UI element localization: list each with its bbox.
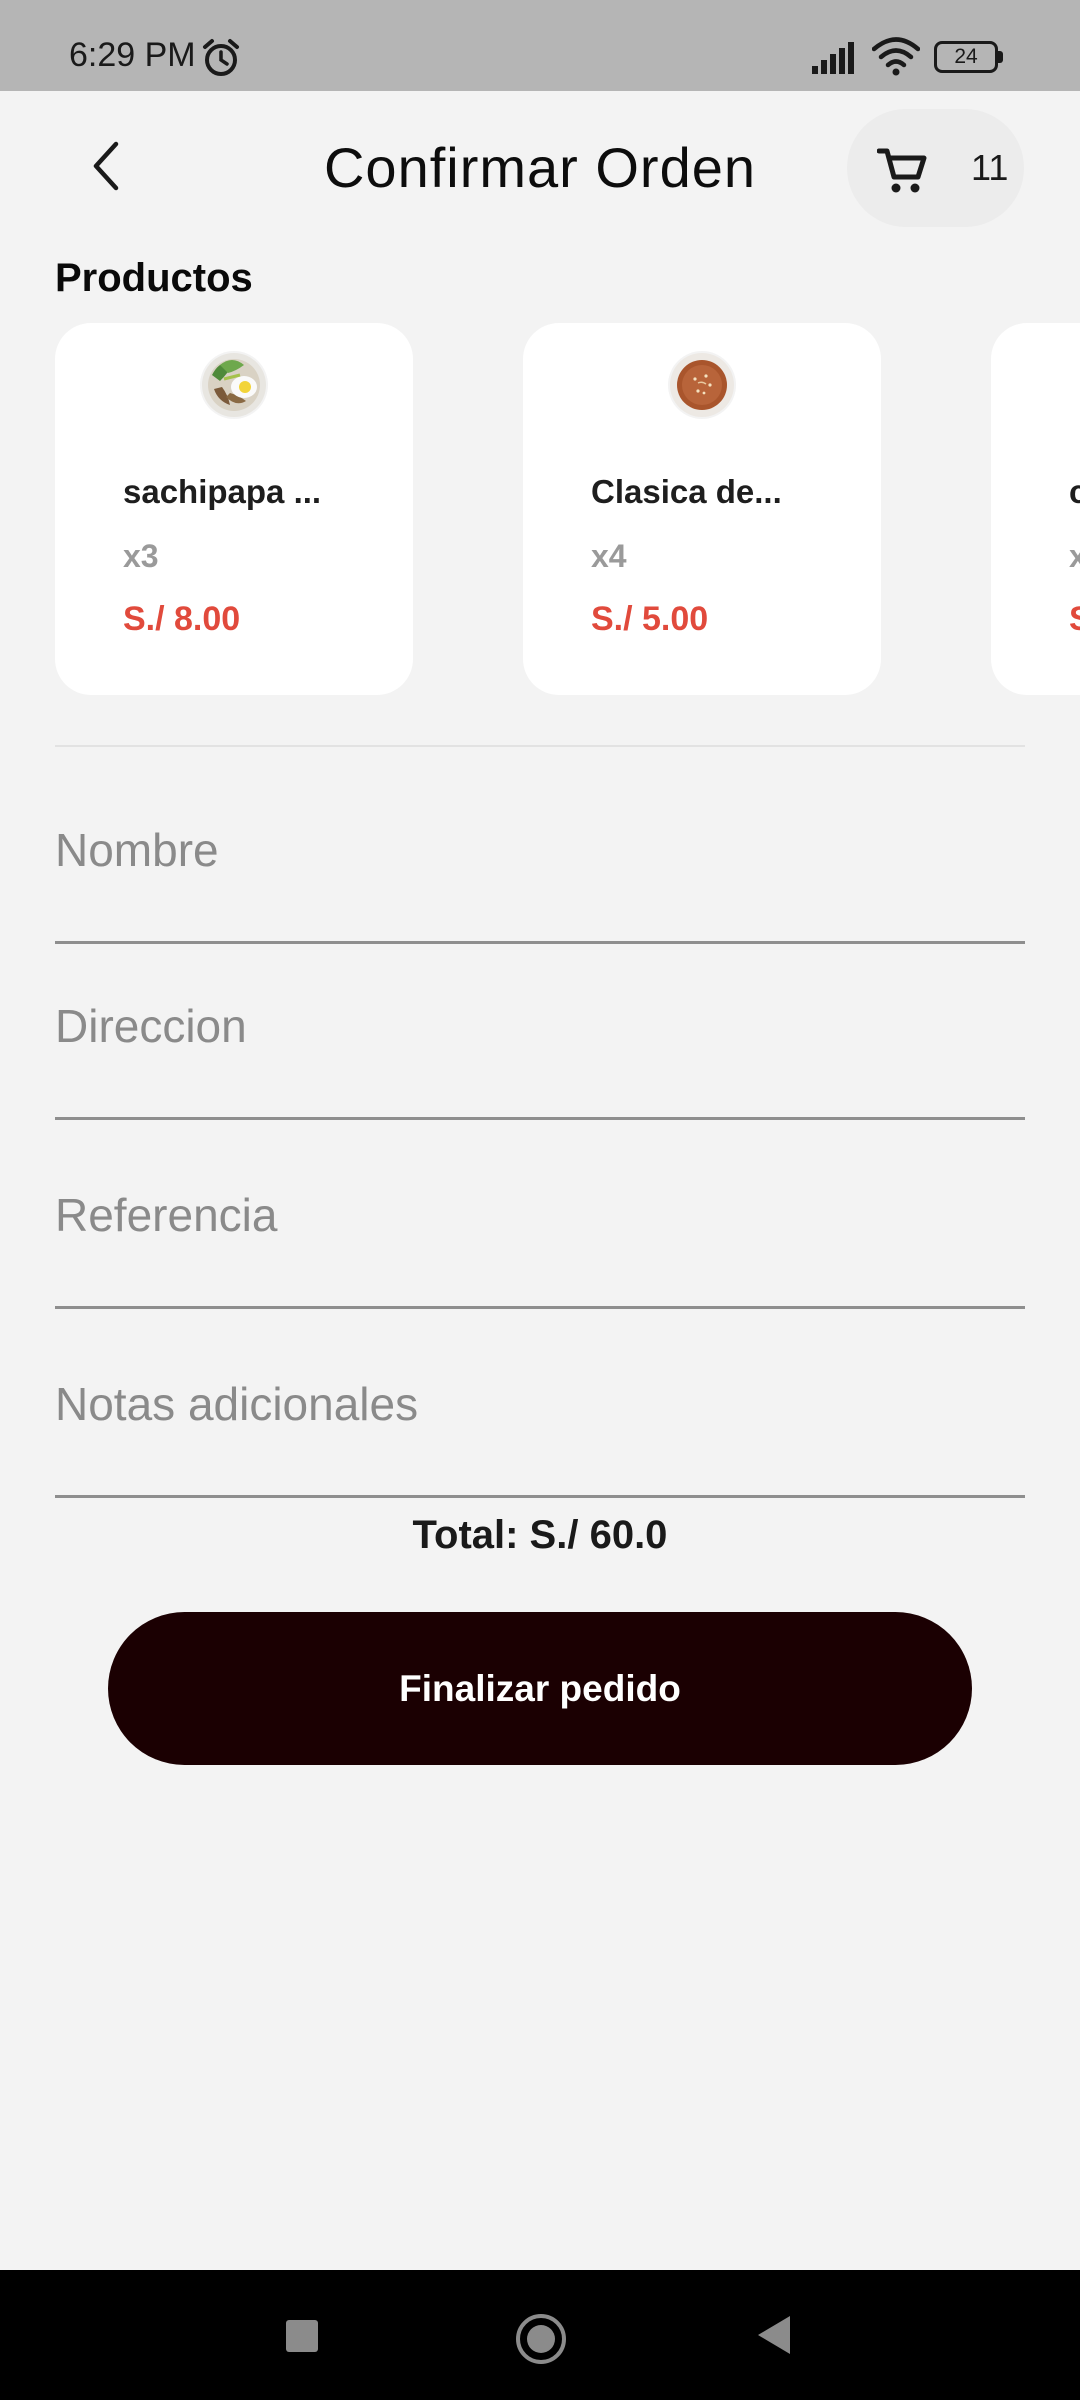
product-card[interactable]: sachipapa ... x3 S./ 8.00 bbox=[55, 323, 413, 695]
system-nav-bar bbox=[0, 2270, 1080, 2400]
order-total: Total: S./ 60.0 bbox=[412, 1513, 668, 1557]
direccion-field bbox=[55, 991, 1025, 1120]
products-section-title: Productos bbox=[55, 256, 253, 300]
product-quantity: x3 bbox=[123, 538, 159, 574]
product-name: Clasica de... bbox=[591, 473, 782, 510]
product-name: sachipapa ... bbox=[123, 473, 322, 510]
app-header: Confirmar Orden 11 bbox=[0, 91, 1080, 241]
field-underline bbox=[55, 1117, 1025, 1120]
nombre-input[interactable] bbox=[55, 815, 1025, 885]
product-card[interactable]: Clasica de... x4 S./ 5.00 bbox=[523, 323, 881, 695]
field-underline bbox=[55, 1495, 1025, 1498]
signal-icon bbox=[812, 42, 854, 74]
status-time: 6:29 PM bbox=[69, 36, 196, 74]
direccion-input[interactable] bbox=[55, 991, 1025, 1061]
finalize-order-button[interactable]: Finalizar pedido bbox=[108, 1612, 972, 1765]
referencia-input[interactable] bbox=[55, 1180, 1025, 1250]
recents-icon[interactable] bbox=[286, 2320, 318, 2352]
notas-input[interactable] bbox=[55, 1369, 1025, 1439]
product-price: S./ 8.00 bbox=[123, 600, 241, 638]
product-price: S bbox=[1069, 600, 1080, 639]
status-bar: 6:29 PM 24 bbox=[0, 0, 1080, 91]
product-quantity: x4 bbox=[591, 538, 627, 574]
alarm-icon bbox=[203, 39, 239, 76]
product-price: S./ 5.00 bbox=[591, 600, 709, 638]
cart-count: 11 bbox=[971, 147, 1009, 188]
nombre-field bbox=[55, 815, 1025, 944]
field-underline bbox=[55, 1306, 1025, 1309]
home-icon[interactable] bbox=[516, 2314, 566, 2364]
product-image bbox=[200, 351, 268, 419]
referencia-field bbox=[55, 1180, 1025, 1309]
notas-field bbox=[55, 1369, 1025, 1498]
product-name: c bbox=[1069, 473, 1080, 510]
product-card[interactable]: c x S bbox=[991, 323, 1080, 695]
battery-level: 24 bbox=[934, 41, 998, 73]
wifi-icon bbox=[872, 37, 920, 76]
battery-icon: 24 bbox=[934, 41, 1004, 73]
products-carousel[interactable]: sachipapa ... x3 S./ 8.00 Clasica de... … bbox=[0, 323, 1080, 695]
cart-button[interactable]: 11 bbox=[847, 109, 1024, 227]
section-divider bbox=[55, 745, 1025, 747]
cart-icon bbox=[877, 148, 927, 193]
back-nav-icon[interactable] bbox=[758, 2316, 790, 2354]
product-quantity: x bbox=[1069, 538, 1080, 574]
field-underline bbox=[55, 941, 1025, 944]
product-image bbox=[668, 351, 736, 419]
